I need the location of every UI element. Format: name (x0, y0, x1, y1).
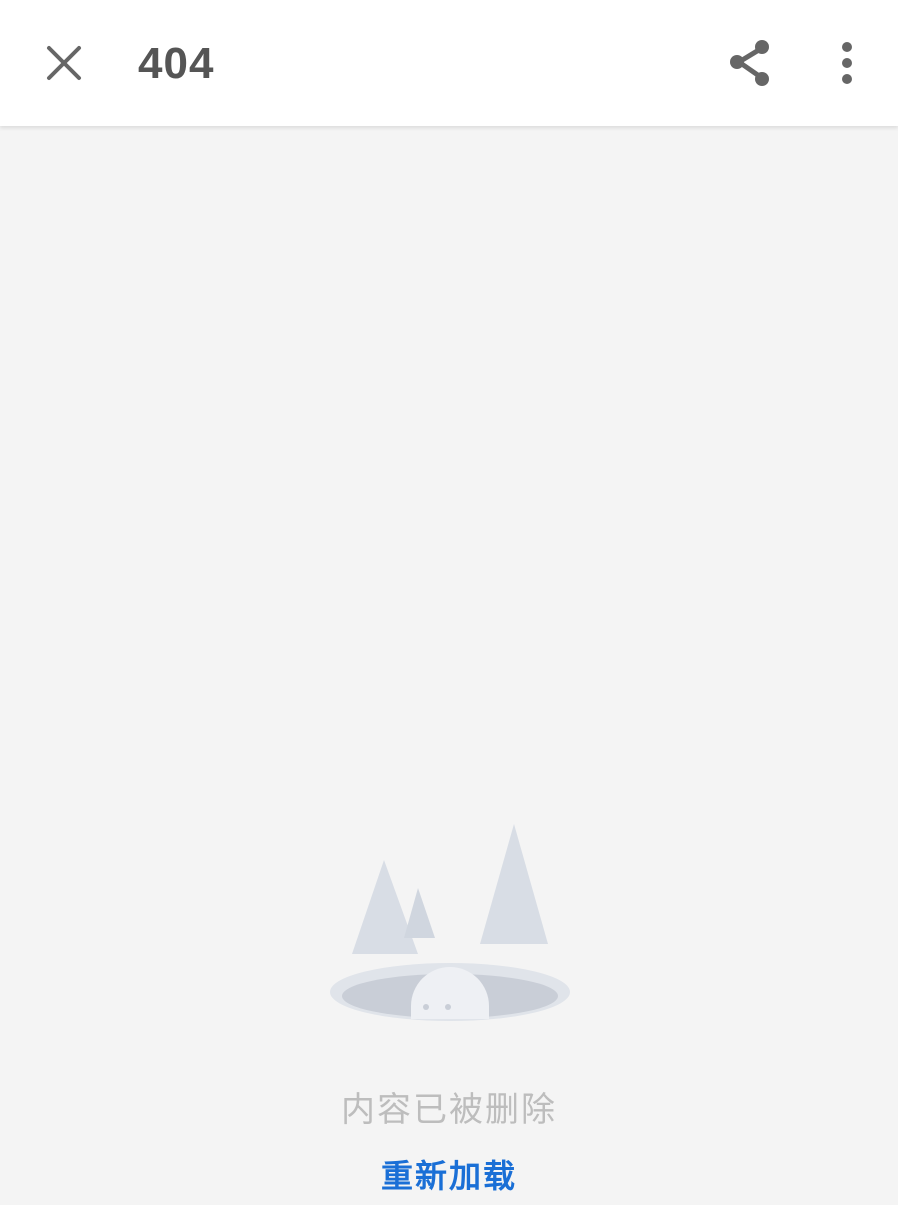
empty-state-message: 内容已被删除 (341, 1091, 557, 1129)
page-content (0, 126, 898, 1205)
empty-hole-illustration (330, 824, 570, 1021)
close-icon (47, 46, 81, 80)
share-button[interactable] (718, 31, 782, 95)
reload-link[interactable]: 重新加载 (0, 1154, 898, 1198)
page-title: 404 (138, 39, 215, 88)
more-options-button[interactable] (815, 31, 879, 95)
more-vertical-icon (842, 42, 852, 84)
share-icon (730, 40, 769, 86)
top-app-bar: 404 (0, 0, 898, 126)
close-button[interactable] (32, 31, 96, 95)
